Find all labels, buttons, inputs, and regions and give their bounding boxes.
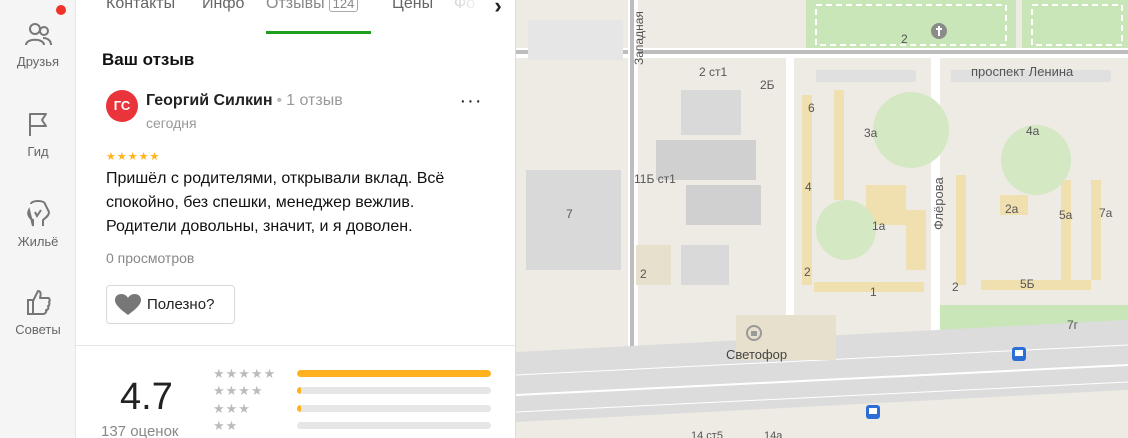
author-review-count: 1 отзыв bbox=[286, 92, 343, 109]
building-number: 3а bbox=[864, 126, 878, 140]
tab-contacts[interactable]: Контакты bbox=[106, 0, 175, 13]
avatar[interactable]: ГС bbox=[106, 90, 138, 122]
heart-icon bbox=[115, 293, 141, 315]
building-number: 4 bbox=[805, 180, 812, 194]
sidebar-item-label: Жильё bbox=[17, 234, 59, 249]
shop-icon[interactable] bbox=[746, 325, 762, 341]
building-number: 1а bbox=[872, 219, 886, 233]
building-number: 2Б bbox=[760, 78, 775, 92]
building-number: 1 bbox=[870, 285, 877, 299]
distribution-fill bbox=[297, 370, 491, 377]
house-icon bbox=[27, 200, 51, 227]
distribution-bar bbox=[297, 387, 491, 394]
distribution-fill bbox=[297, 405, 301, 412]
sidebar-item-label: Друзья bbox=[16, 54, 60, 69]
overall-rating: 4.7 bbox=[120, 376, 173, 418]
sidebar-item-label: Гид bbox=[27, 144, 49, 159]
building-number: 14 ст5 bbox=[691, 430, 723, 438]
review-views: 0 просмотров bbox=[106, 250, 195, 266]
poi-label[interactable]: Светофор bbox=[726, 347, 787, 362]
thumbs-up-icon bbox=[27, 290, 51, 315]
distribution-stars: ★★★★ bbox=[213, 383, 264, 398]
building-number: 5Б bbox=[1020, 277, 1035, 291]
tab-reviews-count: 124 bbox=[328, 0, 359, 12]
reviews-panel: Контакты Инфо Отзывы124 Цены Фо › Ваш от… bbox=[76, 0, 516, 438]
street-label: Западная bbox=[632, 11, 646, 65]
bus-stop-icon[interactable] bbox=[866, 405, 880, 419]
active-tab-indicator bbox=[266, 31, 371, 34]
tab-reviews[interactable]: Отзывы 124 bbox=[266, 0, 359, 13]
building-number: 2 bbox=[901, 32, 908, 46]
ratings-count: 137 оценок bbox=[101, 423, 179, 438]
review-rating-stars: ★★★★★ bbox=[106, 151, 161, 163]
flag-icon bbox=[29, 113, 47, 136]
sidebar-item-friends[interactable]: Друзья bbox=[0, 20, 76, 69]
distribution-stars: ★★ bbox=[213, 418, 239, 433]
tab-prices[interactable]: Цены bbox=[392, 0, 433, 13]
tab-reviews-label: Отзывы bbox=[266, 0, 325, 12]
author-name[interactable]: Георгий Силкин bbox=[146, 92, 273, 109]
left-rail: Друзья Гид Жильё Советы bbox=[0, 0, 76, 438]
chevron-right-icon[interactable]: › bbox=[480, 0, 515, 18]
map-view[interactable]: Западная проспект Ленина Флёрова Светофо… bbox=[516, 0, 1128, 438]
distribution-stars: ★★★ bbox=[213, 401, 251, 416]
distribution-fill bbox=[297, 387, 301, 394]
building-number: 2 ст1 bbox=[699, 65, 728, 79]
distribution-bar bbox=[297, 370, 491, 377]
divider bbox=[76, 345, 515, 346]
building-number: 14а bbox=[764, 430, 783, 438]
street-label: Флёрова bbox=[931, 177, 946, 230]
review-date: сегодня bbox=[146, 115, 197, 131]
street-label: проспект Ленина bbox=[971, 64, 1074, 79]
distribution-bar bbox=[297, 405, 491, 412]
building-number: 4а bbox=[1026, 124, 1040, 138]
bus-stop-icon[interactable] bbox=[1012, 347, 1026, 361]
sidebar-item-tips[interactable]: Советы bbox=[0, 288, 76, 337]
more-options-button[interactable]: ··· bbox=[456, 91, 486, 118]
building-number: 6 bbox=[808, 101, 815, 115]
building-number: 7 bbox=[566, 207, 573, 221]
building-number: 2 bbox=[952, 280, 959, 294]
tab-info[interactable]: Инфо bbox=[202, 0, 244, 13]
useful-button[interactable]: Полезно? bbox=[106, 285, 235, 324]
building-number: 2 bbox=[640, 267, 647, 281]
building-number: 7г bbox=[1067, 318, 1079, 332]
notification-dot bbox=[56, 5, 66, 15]
tab-bar: Контакты Инфо Отзывы124 Цены Фо › bbox=[76, 0, 515, 34]
review-text: Пришёл с родителями, открывали вклад. Вс… bbox=[106, 170, 445, 235]
sidebar-item-housing[interactable]: Жильё bbox=[0, 198, 76, 249]
distribution-bar bbox=[297, 422, 491, 429]
building-number: 11Б ст1 bbox=[634, 172, 676, 186]
sidebar-item-guide[interactable]: Гид bbox=[0, 110, 76, 159]
building-number: 2 bbox=[804, 265, 811, 279]
distribution-stars: ★★★★★ bbox=[213, 366, 277, 381]
friends-icon bbox=[25, 23, 52, 46]
building-number: 2а bbox=[1005, 202, 1019, 216]
building-number: 7а bbox=[1099, 206, 1113, 220]
section-title: Ваш отзыв bbox=[102, 50, 195, 69]
sidebar-item-label: Советы bbox=[15, 322, 61, 337]
review-author: Георгий Силкин • 1 отзыв bbox=[146, 92, 343, 109]
church-icon[interactable] bbox=[930, 22, 948, 40]
building-number: 5а bbox=[1059, 208, 1073, 222]
useful-label: Полезно? bbox=[147, 296, 215, 313]
